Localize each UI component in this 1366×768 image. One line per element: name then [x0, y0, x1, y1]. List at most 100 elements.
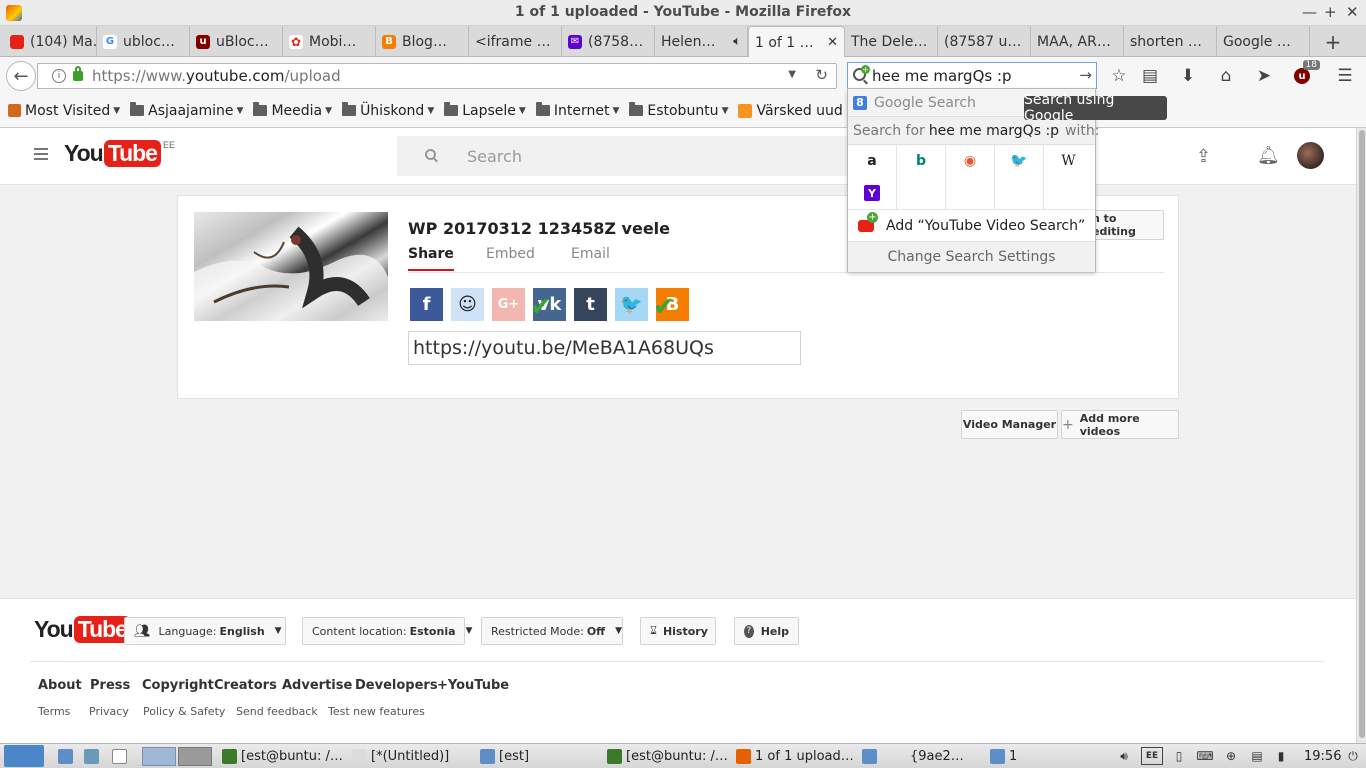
- new-tab-button[interactable]: +: [1320, 26, 1346, 57]
- footer-sublink-5[interactable]: Test new features: [328, 705, 425, 718]
- taskbar-window-3[interactable]: [est]: [480, 747, 529, 766]
- tab-5[interactable]: B Blog…: [376, 26, 469, 57]
- ublock-icon[interactable]: u 18: [1290, 60, 1320, 88]
- vk-share-icon[interactable]: vk ✔: [530, 288, 566, 321]
- youtube-logo[interactable]: You Tube EE: [64, 140, 175, 167]
- search-go-icon[interactable]: →: [1079, 66, 1092, 84]
- tab-10[interactable]: The Dele…: [845, 26, 938, 57]
- duckduckgo-engine-icon[interactable]: ◉: [946, 145, 995, 177]
- footer-link-2[interactable]: Press: [90, 678, 130, 693]
- tab-4[interactable]: ✿ Mobi…: [283, 26, 376, 57]
- taskbar-window-5[interactable]: 1 of 1 upload…: [736, 747, 854, 766]
- tab-12[interactable]: MAA, AR…: [1031, 26, 1124, 57]
- minimize-icon[interactable]: —: [1302, 3, 1317, 21]
- content-location-button[interactable]: Content location: Estonia ▼: [302, 617, 472, 645]
- speaker-icon[interactable]: 🔈︎: [733, 34, 741, 49]
- tab-share[interactable]: Share: [408, 246, 454, 271]
- network-icon[interactable]: ▮: [1272, 747, 1290, 765]
- downloads-icon[interactable]: ⬇: [1176, 64, 1200, 88]
- blogger-share-icon[interactable]: B ✔: [653, 288, 689, 321]
- tab-2[interactable]: Gubloc…: [97, 26, 190, 57]
- bookmark-4[interactable]: Ühiskond ▼: [342, 102, 434, 119]
- youtube-search-input[interactable]: Search: [397, 136, 857, 176]
- url-bar[interactable]: i https://www. youtube.com/upload ▼ ↻: [37, 63, 837, 89]
- bookmark-6[interactable]: Internet ▼: [535, 102, 619, 119]
- amazon-engine-icon[interactable]: a: [848, 145, 897, 177]
- volume-icon[interactable]: 🔊︎: [1115, 747, 1133, 765]
- notifications-bell-icon[interactable]: 🔔︎: [1257, 145, 1280, 166]
- taskbar-window-2[interactable]: [*(Untitled)]: [352, 747, 449, 766]
- menu-icon[interactable]: ☰: [1333, 64, 1357, 88]
- notes-icon[interactable]: ▤: [1248, 747, 1266, 765]
- taskbar-window-7[interactable]: {9ae2…: [910, 747, 964, 766]
- tab-3[interactable]: u uBloc…: [190, 26, 283, 57]
- tab-6[interactable]: <iframe …: [469, 26, 562, 57]
- history-button[interactable]: ⌛︎ History: [640, 617, 716, 645]
- tab-9[interactable]: 1 of 1 … ✕: [748, 26, 845, 58]
- update-icon[interactable]: ⊕: [1222, 747, 1240, 765]
- home-icon[interactable]: ⌂: [1214, 64, 1238, 88]
- tumblr-share-icon[interactable]: t: [574, 288, 607, 321]
- tab-1[interactable]: (104) Ma…: [4, 26, 97, 57]
- settings-launcher-icon[interactable]: [84, 747, 103, 766]
- guide-menu-icon[interactable]: [34, 148, 48, 160]
- tab-13[interactable]: shorten …: [1124, 26, 1217, 57]
- url-history-dropdown-icon[interactable]: ▼: [788, 69, 796, 80]
- video-manager-button[interactable]: Video Manager: [961, 410, 1058, 439]
- footer-link-6[interactable]: Developers: [355, 678, 438, 693]
- wikipedia-engine-icon[interactable]: W: [1044, 145, 1093, 177]
- file-manager-launcher-icon[interactable]: [58, 747, 77, 766]
- workspace-2[interactable]: [178, 747, 212, 766]
- add-more-videos-button[interactable]: + Add more videos: [1061, 410, 1179, 439]
- tab-email[interactable]: Email: [571, 246, 610, 262]
- close-tab-icon[interactable]: ✕: [827, 35, 838, 50]
- taskbar-window-6[interactable]: [862, 747, 881, 766]
- send-icon[interactable]: ➤: [1252, 64, 1276, 88]
- footer-sublink-1[interactable]: Terms: [38, 705, 70, 718]
- power-icon[interactable]: ⏻: [1344, 747, 1362, 765]
- youtube-search-icon[interactable]: [425, 149, 436, 160]
- search-input[interactable]: + hee me margQs :p →: [847, 62, 1097, 89]
- battery-icon[interactable]: ▯: [1170, 747, 1188, 765]
- yahoo-engine-icon[interactable]: Y: [848, 177, 897, 209]
- bookmark-star-icon[interactable]: ☆: [1107, 64, 1131, 88]
- upload-icon[interactable]: ⇪: [1196, 146, 1211, 167]
- tab-8[interactable]: Helen… 🔈︎: [655, 26, 748, 57]
- google-plus-share-icon[interactable]: G+: [492, 288, 525, 321]
- footer-link-4[interactable]: Creators: [214, 678, 277, 693]
- keyboard-layout-indicator[interactable]: EE: [1141, 747, 1163, 765]
- close-window-icon[interactable]: ✕: [1346, 3, 1359, 21]
- page-scrollbar[interactable]: [1356, 128, 1366, 743]
- twitter-share-icon[interactable]: 🐦: [615, 288, 648, 321]
- maximize-icon[interactable]: +: [1324, 3, 1337, 21]
- reddit-share-icon[interactable]: ☺: [451, 288, 484, 321]
- twitter-engine-icon[interactable]: 🐦: [995, 145, 1044, 177]
- avatar[interactable]: [1297, 142, 1324, 169]
- taskbar-window-8[interactable]: 1: [990, 747, 1017, 766]
- facebook-share-icon[interactable]: f: [410, 288, 443, 321]
- bookmark-5[interactable]: Lapsele ▼: [444, 102, 526, 119]
- share-url-field[interactable]: https://youtu.be/MeBA1A68UQs: [408, 331, 801, 365]
- clock[interactable]: 19:56: [1304, 747, 1341, 766]
- reload-icon[interactable]: ↻: [815, 66, 828, 84]
- bookmark-3[interactable]: Meedia ▼: [253, 102, 332, 119]
- bing-engine-icon[interactable]: b: [897, 145, 946, 177]
- workspace-1[interactable]: [142, 747, 176, 766]
- tab-embed[interactable]: Embed: [486, 246, 535, 262]
- footer-sublink-3[interactable]: Policy & Safety: [143, 705, 225, 718]
- tab-7[interactable]: ✉ (8758…: [562, 26, 655, 57]
- start-menu-button[interactable]: [4, 745, 44, 767]
- keyboard-icon[interactable]: ⌨: [1196, 747, 1214, 765]
- footer-link-3[interactable]: Copyright: [142, 678, 214, 693]
- footer-youtube-logo[interactable]: You Tube: [34, 616, 131, 643]
- help-button[interactable]: ? Help: [734, 617, 799, 645]
- footer-sublink-4[interactable]: Send feedback: [236, 705, 318, 718]
- window-launcher-icon[interactable]: [112, 747, 131, 766]
- tab-14[interactable]: Google …: [1217, 26, 1310, 57]
- back-to-editing-button[interactable]: n to editing: [1091, 210, 1164, 240]
- footer-link-1[interactable]: About: [38, 678, 82, 693]
- footer-sublink-2[interactable]: Privacy: [89, 705, 129, 718]
- change-search-settings-button[interactable]: Change Search Settings: [848, 241, 1095, 272]
- add-search-engine-row[interactable]: Add “YouTube Video Search”: [848, 209, 1095, 241]
- site-info-icon[interactable]: i: [52, 69, 66, 83]
